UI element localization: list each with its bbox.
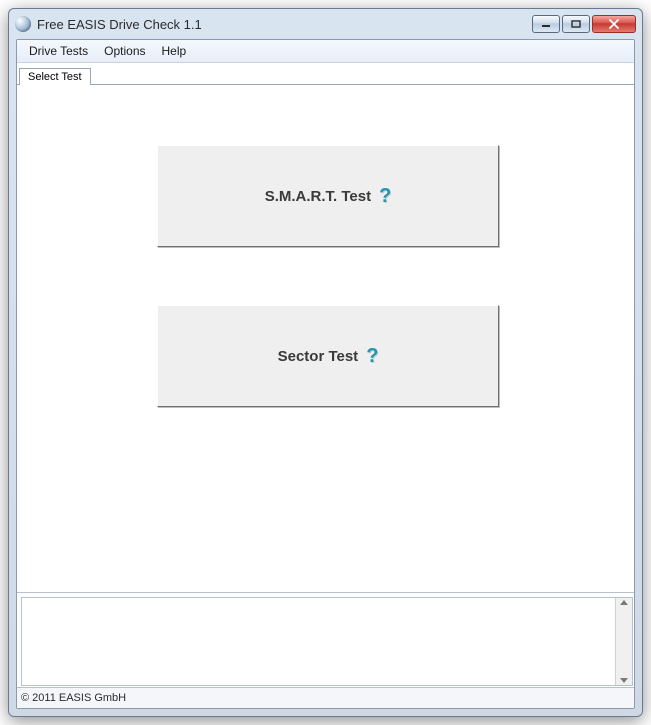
- scrollbar-vertical[interactable]: [615, 598, 632, 685]
- help-icon: ?: [379, 185, 391, 208]
- window-title: Free EASIS Drive Check 1.1: [37, 17, 532, 32]
- smart-test-label: S.M.A.R.T. Test: [265, 188, 371, 205]
- application-window: Free EASIS Drive Check 1.1 Drive Tests O…: [8, 8, 643, 717]
- client-area: Drive Tests Options Help Select Test S.M…: [16, 39, 635, 709]
- sector-test-button[interactable]: Sector Test ?: [157, 305, 499, 407]
- help-icon: ?: [366, 345, 378, 368]
- titlebar[interactable]: Free EASIS Drive Check 1.1: [9, 9, 642, 39]
- content-pane: S.M.A.R.T. Test ? Sector Test ?: [17, 85, 634, 592]
- smart-test-button[interactable]: S.M.A.R.T. Test ?: [157, 145, 499, 247]
- app-icon: [15, 16, 31, 32]
- close-button[interactable]: [592, 15, 636, 33]
- menu-help[interactable]: Help: [154, 42, 195, 60]
- log-pane: [17, 592, 634, 687]
- status-copyright: © 2011 EASIS GmbH: [21, 692, 126, 704]
- window-controls: [532, 15, 636, 33]
- tab-strip: Select Test: [17, 63, 634, 85]
- menu-drive-tests[interactable]: Drive Tests: [21, 42, 96, 60]
- maximize-button[interactable]: [562, 15, 590, 33]
- scroll-down-icon[interactable]: [620, 678, 628, 683]
- sector-test-label: Sector Test: [278, 348, 359, 365]
- menu-options[interactable]: Options: [96, 42, 153, 60]
- tab-select-test[interactable]: Select Test: [19, 68, 91, 86]
- log-textarea[interactable]: [21, 597, 633, 686]
- status-bar: © 2011 EASIS GmbH: [17, 687, 634, 708]
- scroll-up-icon[interactable]: [620, 600, 628, 605]
- minimize-button[interactable]: [532, 15, 560, 33]
- menu-bar: Drive Tests Options Help: [17, 40, 634, 63]
